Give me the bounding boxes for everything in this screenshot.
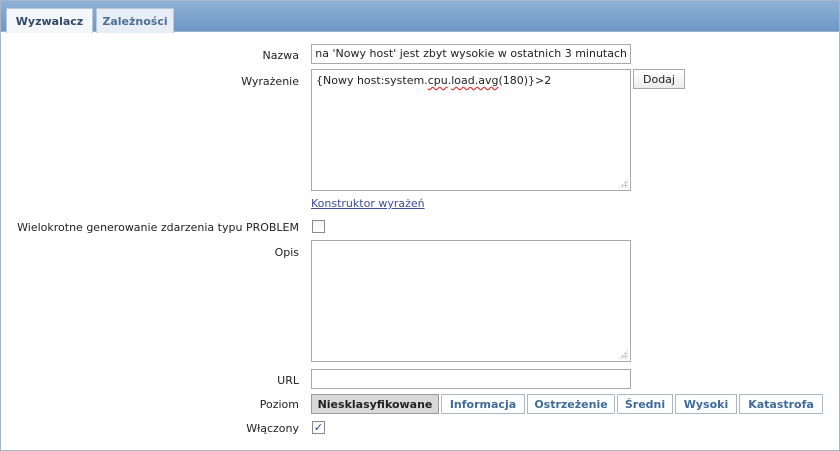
expression-text-part: {Nowy host:system. [316, 74, 428, 87]
url-label: URL [277, 374, 299, 387]
multiple-events-label: Wielokrotne generowanie zdarzenia typu P… [17, 221, 299, 234]
severity-disaster[interactable]: Katastrofa [739, 394, 823, 414]
resize-grip-icon[interactable] [618, 349, 628, 359]
description-label: Opis [274, 246, 299, 259]
enabled-checkbox[interactable]: ✓ [312, 421, 325, 434]
tab-dependencies[interactable]: Zależności [96, 8, 174, 33]
severity-information[interactable]: Informacja [441, 394, 525, 414]
expression-text-part: cpu [427, 74, 448, 87]
expression-text-part: load.avg [451, 74, 499, 87]
multiple-events-checkbox[interactable] [312, 220, 325, 233]
tab-trigger[interactable]: Wyzwalacz [6, 8, 93, 33]
severity-not-classified[interactable]: Niesklasyfikowane [311, 394, 439, 414]
name-value: Obciążenie CPU na 'Nowy host' jest zbyt … [312, 47, 627, 60]
add-button[interactable]: Dodaj [633, 69, 685, 89]
expression-label: Wyrażenie [241, 75, 299, 88]
description-textarea[interactable] [311, 240, 631, 362]
severity-warning[interactable]: Ostrzeżenie [527, 394, 615, 414]
enabled-label: Włączony [246, 422, 299, 435]
name-label: Nazwa [262, 49, 299, 62]
trigger-form-panel: Wyzwalacz Zależności Nazwa Obciążenie CP… [0, 0, 840, 451]
url-input[interactable] [311, 369, 631, 389]
resize-grip-icon[interactable] [618, 178, 628, 188]
expression-textarea[interactable]: {Nowy host:system.cpu.load.avg(180)}>2 [311, 69, 631, 191]
checkmark-icon: ✓ [313, 421, 324, 434]
severity-high[interactable]: Wysoki [675, 394, 737, 414]
severity-label: Poziom [259, 398, 299, 411]
expression-text-part: (180)}>2 [498, 74, 552, 87]
severity-average[interactable]: Średni [617, 394, 673, 414]
tab-bar: Wyzwalacz Zależności [1, 1, 839, 33]
expression-builder-link[interactable]: Konstruktor wyrażeń [311, 197, 425, 210]
name-input[interactable]: Obciążenie CPU na 'Nowy host' jest zbyt … [311, 44, 631, 64]
